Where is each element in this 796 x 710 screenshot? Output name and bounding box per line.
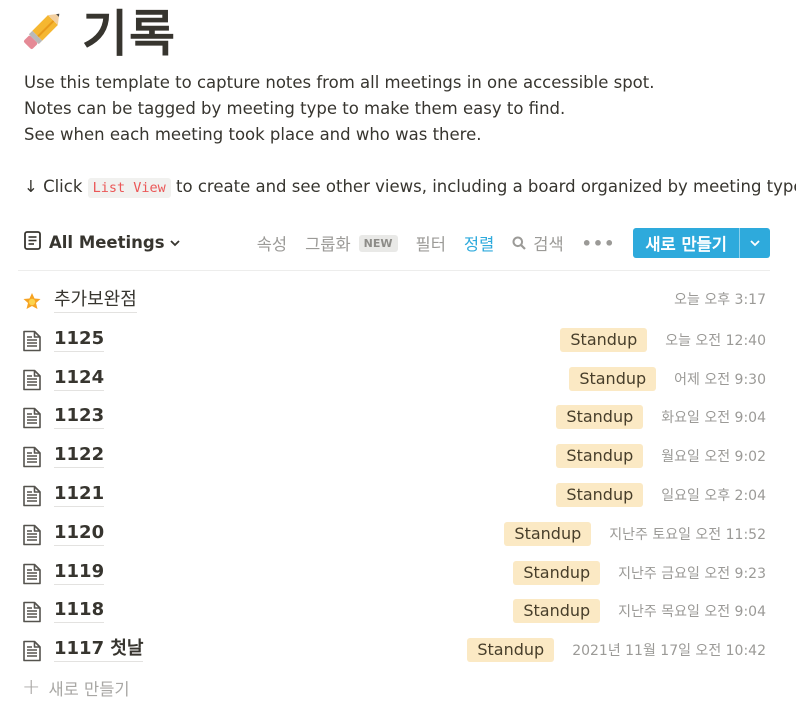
pencil-icon[interactable] <box>18 5 68 55</box>
group-label: 그룹화 <box>305 235 351 254</box>
item-meta: Standup 지난주 금요일 오전 9:23 <box>513 560 766 585</box>
list-view-icon <box>24 231 41 254</box>
page-icon <box>22 485 42 507</box>
page-header: 기록 <box>18 0 176 63</box>
more-options-icon[interactable]: ••• <box>582 234 616 253</box>
description-line: See when each meeting took place and who… <box>24 125 482 144</box>
properties-button[interactable]: 속성 <box>257 231 287 255</box>
created-time: 지난주 금요일 오전 9:23 <box>618 565 766 582</box>
page-title[interactable]: 기록 <box>82 0 176 66</box>
plus-icon: + <box>22 675 41 700</box>
chevron-down-icon <box>169 233 181 252</box>
star-icon <box>22 291 42 313</box>
page-icon <box>22 601 42 623</box>
item-meta: Standup 지난주 토요일 오전 11:52 <box>504 521 766 546</box>
item-title[interactable]: 1124 <box>54 366 105 391</box>
type-tag: Standup <box>467 638 555 663</box>
add-row-button[interactable]: + 새로 만들기 <box>22 676 130 700</box>
item-meta: Standup 일요일 오후 2:04 <box>556 482 766 507</box>
item-meta: Standup 어제 오전 9:30 <box>569 366 766 391</box>
created-time: 화요일 오전 9:04 <box>661 410 766 427</box>
list-item[interactable]: 1121 Standup 일요일 오후 2:04 <box>18 476 770 515</box>
page-icon <box>22 563 42 585</box>
meeting-list: 추가보완점 오늘 오후 3:17 1125 Standup 오늘 오전 12:40 112… <box>18 282 770 670</box>
list-item[interactable]: 1125 Standup 오늘 오전 12:40 <box>18 321 770 360</box>
created-time: 오늘 오전 12:40 <box>665 332 766 349</box>
type-tag: Standup <box>504 521 592 546</box>
type-tag: Standup <box>556 444 644 469</box>
search-label: 검색 <box>533 235 564 254</box>
created-time: 오늘 오후 3:17 <box>674 292 766 308</box>
list-item[interactable]: 1122 Standup 월요일 오전 9:02 <box>18 437 770 476</box>
toolbar-divider <box>18 270 770 271</box>
created-time: 어제 오전 9:30 <box>674 371 766 388</box>
page-description: Use this template to capture notes from … <box>24 70 655 148</box>
type-tag: Standup <box>556 482 644 507</box>
list-item[interactable]: 1119 Standup 지난주 금요일 오전 9:23 <box>18 554 770 593</box>
item-title[interactable]: 1117 첫날 <box>54 637 144 663</box>
chevron-down-icon <box>750 240 760 247</box>
type-tag: Standup <box>569 366 657 391</box>
description-line: Notes can be tagged by meeting type to m… <box>24 99 566 118</box>
type-tag: Standup <box>556 405 644 430</box>
list-item[interactable]: 1117 첫날 Standup 2021년 11월 17일 오전 10:42 <box>18 631 770 670</box>
page-icon <box>22 524 42 546</box>
new-button[interactable]: 새로 만들기 <box>633 228 739 258</box>
item-title[interactable]: 1123 <box>54 404 105 430</box>
item-title[interactable]: 1121 <box>54 482 105 507</box>
inline-code: List View <box>87 178 171 198</box>
type-tag: Standup <box>513 599 601 624</box>
view-switcher[interactable]: All Meetings <box>24 231 181 254</box>
type-tag: Standup <box>560 327 648 352</box>
item-title[interactable]: 추가보완점 <box>54 288 137 313</box>
created-time: 지난주 토요일 오전 11:52 <box>609 526 766 543</box>
page-icon <box>22 330 42 352</box>
item-title[interactable]: 1119 <box>54 560 105 585</box>
toolbar-actions: 속성 그룹화 NEW 필터 정렬 검색 ••• 새로 만들기 <box>257 228 770 258</box>
list-item[interactable]: 추가보완점 오늘 오후 3:17 <box>18 282 770 321</box>
new-button-group: 새로 만들기 <box>633 228 770 258</box>
list-item[interactable]: 1120 Standup 지난주 토요일 오전 11:52 <box>18 515 770 554</box>
item-meta: Standup 지난주 목요일 오전 9:04 <box>513 599 766 624</box>
type-tag: Standup <box>513 560 601 585</box>
page-icon <box>22 640 42 662</box>
item-meta: Standup 2021년 11월 17일 오전 10:42 <box>467 638 766 663</box>
sort-button[interactable]: 정렬 <box>464 231 494 255</box>
item-title[interactable]: 1122 <box>54 443 105 469</box>
new-dropdown-button[interactable] <box>739 228 770 258</box>
instruction-suffix: to create and see other views, including… <box>176 177 796 196</box>
page-icon <box>22 446 42 468</box>
add-row-label: 새로 만들기 <box>48 680 130 699</box>
group-button[interactable]: 그룹화 NEW <box>305 231 398 255</box>
instruction-prefix: ↓ Click <box>24 177 83 196</box>
filter-button[interactable]: 필터 <box>416 231 446 255</box>
created-time: 일요일 오후 2:04 <box>661 487 766 504</box>
item-title[interactable]: 1120 <box>54 521 105 546</box>
list-item[interactable]: 1123 Standup 화요일 오전 9:04 <box>18 398 770 437</box>
item-meta: Standup 화요일 오전 9:04 <box>556 405 766 430</box>
item-meta: Standup 월요일 오전 9:02 <box>556 444 766 469</box>
list-item[interactable]: 1118 Standup 지난주 목요일 오전 9:04 <box>18 592 770 631</box>
created-time: 2021년 11월 17일 오전 10:42 <box>572 643 766 660</box>
list-item[interactable]: 1124 Standup 어제 오전 9:30 <box>18 360 770 399</box>
description-line: Use this template to capture notes from … <box>24 73 655 92</box>
created-time: 지난주 목요일 오전 9:04 <box>618 604 766 621</box>
created-time: 월요일 오전 9:02 <box>661 449 766 466</box>
database-toolbar: All Meetings 속성 그룹화 NEW 필터 정렬 검색 ••• 새로 … <box>18 226 770 260</box>
item-meta: Standup 오늘 오전 12:40 <box>560 327 766 352</box>
page-icon <box>22 407 42 429</box>
instruction-line: ↓ Click List View to create and see othe… <box>24 174 796 201</box>
new-badge: NEW <box>358 234 398 252</box>
search-button[interactable]: 검색 <box>512 231 564 255</box>
item-title[interactable]: 1118 <box>54 598 105 624</box>
search-icon <box>512 236 527 250</box>
item-meta: 오늘 오후 3:17 <box>674 289 766 309</box>
page-icon <box>22 369 42 391</box>
view-name: All Meetings <box>49 233 165 252</box>
item-title[interactable]: 1125 <box>54 327 105 352</box>
